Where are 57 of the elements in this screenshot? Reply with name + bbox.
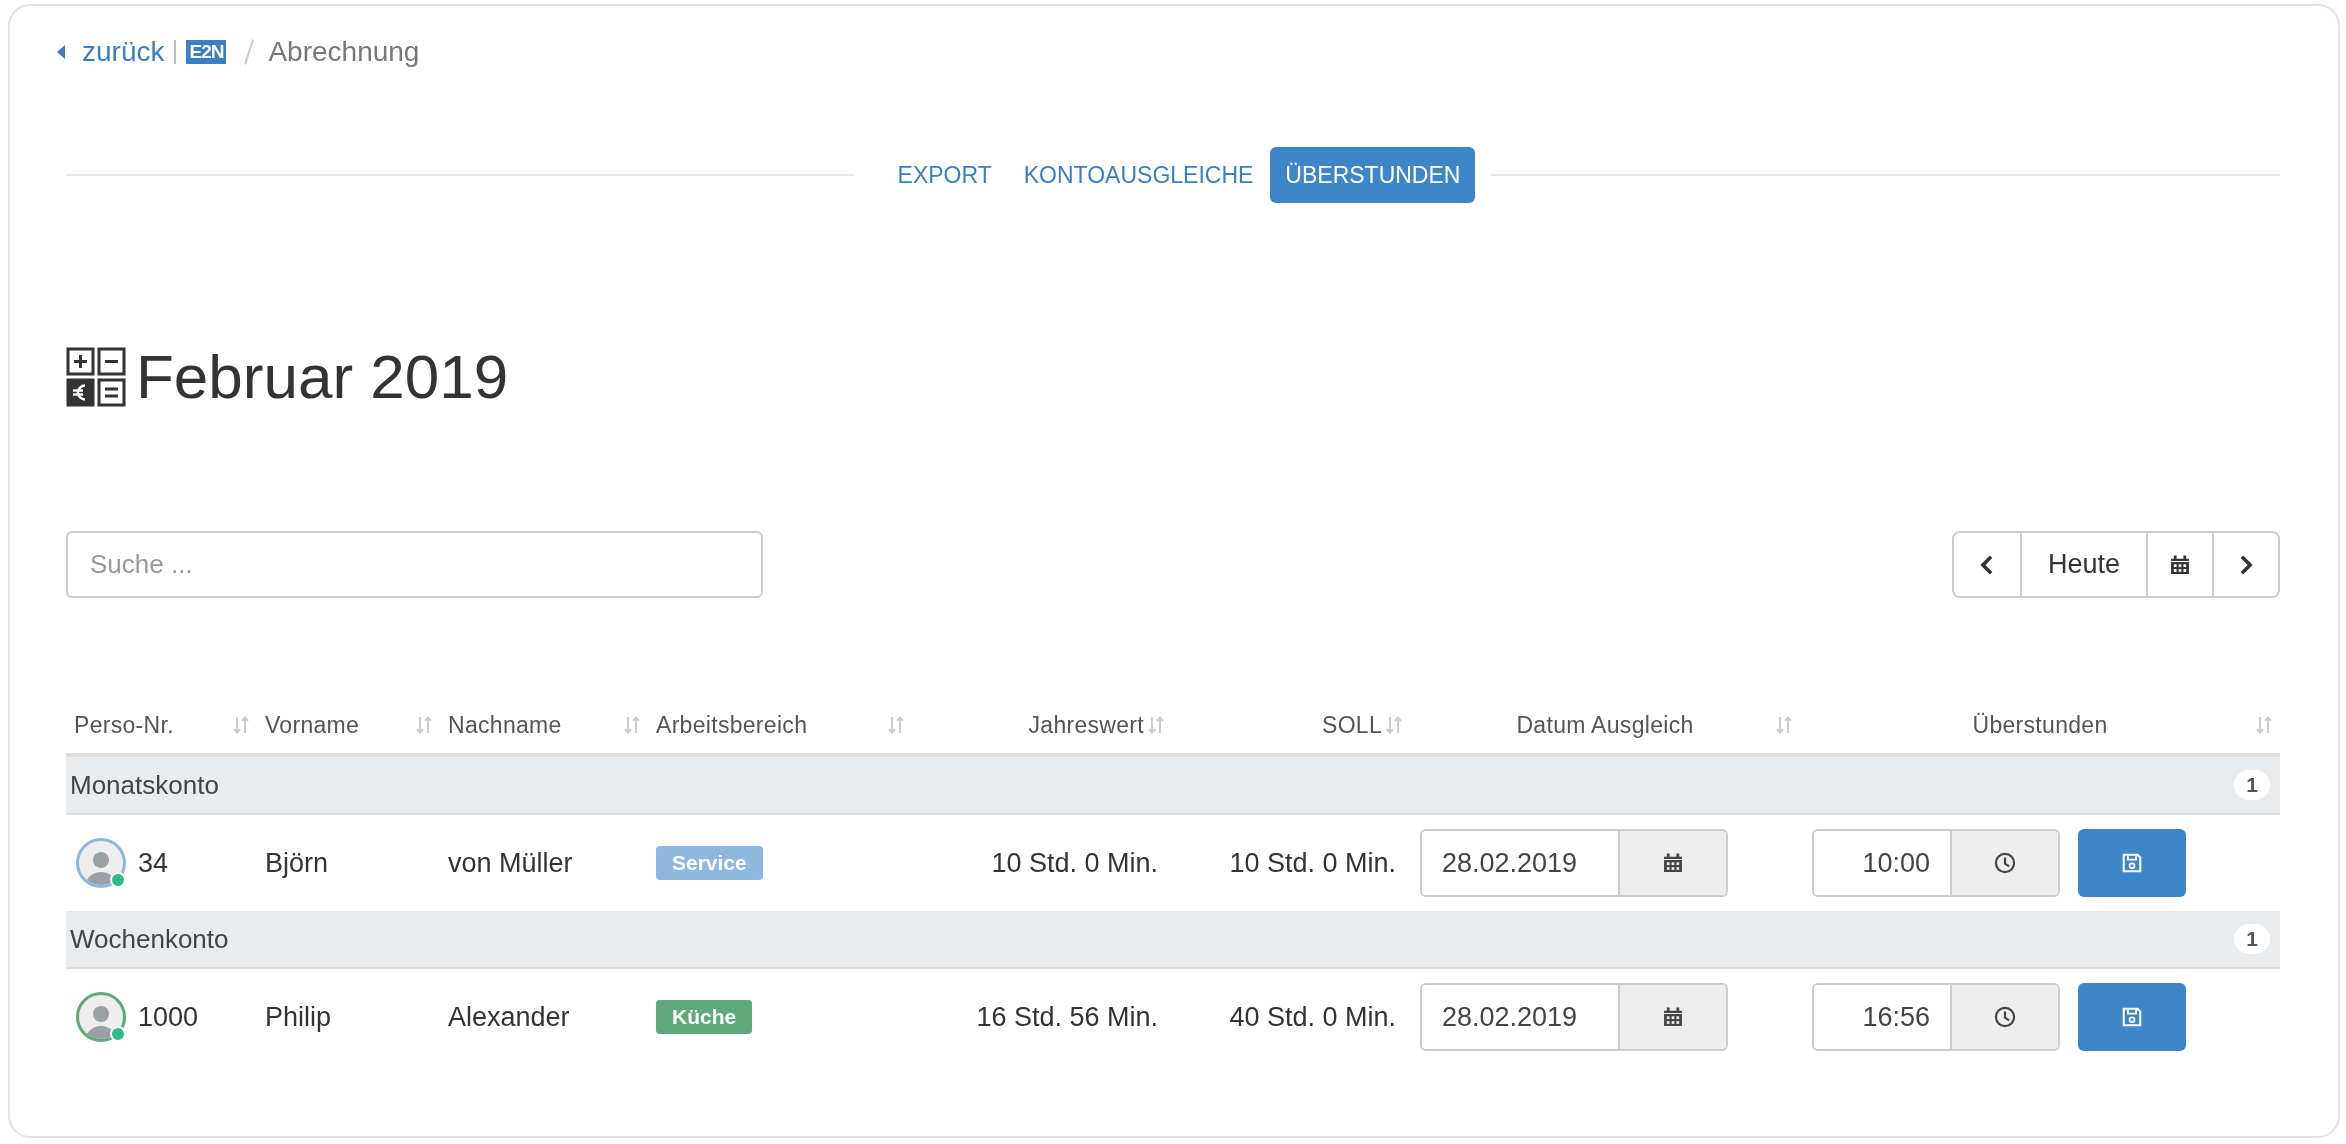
- sort-icon[interactable]: [1148, 715, 1164, 735]
- calendar-icon: [1662, 1006, 1684, 1028]
- save-button[interactable]: [2078, 829, 2186, 897]
- calendar-icon: [2169, 553, 2191, 576]
- calendar-button[interactable]: [1618, 985, 1726, 1049]
- save-button[interactable]: [2078, 983, 2186, 1051]
- table-cell: 1000: [138, 1001, 199, 1033]
- group-name: Monatskonto: [70, 769, 219, 801]
- date-field[interactable]: 28.02.2019: [1420, 983, 1728, 1051]
- breadcrumb-current: Abrechnung: [268, 36, 420, 68]
- logo[interactable]: E2N: [186, 40, 227, 64]
- sort-icon[interactable]: [2256, 715, 2272, 735]
- calendar-button[interactable]: [1618, 831, 1726, 895]
- sort-icon[interactable]: [624, 715, 640, 735]
- column-header[interactable]: Arbeitsbereich: [656, 711, 808, 739]
- column-header[interactable]: SOLL: [1322, 711, 1382, 739]
- search-field[interactable]: Suche ...: [66, 531, 763, 598]
- table-cell: von Müller: [448, 847, 573, 879]
- time-field[interactable]: 10:00: [1812, 829, 2060, 897]
- calendar-icon: [1662, 852, 1684, 874]
- column-header[interactable]: Überstunden: [1972, 711, 2108, 739]
- table-cell: 16 Std. 56 Min.: [976, 1001, 1158, 1033]
- sort-icon[interactable]: [1776, 715, 1792, 735]
- page-title: Februar 2019: [136, 341, 509, 413]
- table-cell: 10 Std. 0 Min.: [991, 847, 1158, 879]
- tab[interactable]: KONTOAUSGLEICHE: [1008, 147, 1269, 203]
- area-tag: Service: [656, 846, 763, 880]
- caret-left-icon: [56, 44, 66, 60]
- calculator-icon: [66, 347, 126, 407]
- column-header[interactable]: Datum Ausgleich: [1516, 711, 1694, 739]
- sort-icon[interactable]: [888, 715, 904, 735]
- time-field[interactable]: 16:56: [1812, 983, 2060, 1051]
- area-tag: Küche: [656, 1000, 753, 1034]
- table-cell: 10 Std. 0 Min.: [1229, 847, 1396, 879]
- tab[interactable]: EXPORT: [882, 147, 1007, 203]
- column-header[interactable]: Nachname: [448, 711, 562, 739]
- table-cell: Philip: [265, 1001, 332, 1033]
- sort-icon[interactable]: [416, 715, 432, 735]
- table-cell: Alexander: [448, 1001, 570, 1033]
- column-header[interactable]: Perso-Nr.: [74, 711, 174, 739]
- clock-icon: [1994, 1006, 2016, 1028]
- sort-icon[interactable]: [233, 715, 249, 735]
- table-cell: Björn: [265, 847, 329, 879]
- clock-button[interactable]: [1950, 831, 2058, 895]
- back-link[interactable]: zurück: [82, 36, 165, 68]
- date-field[interactable]: 28.02.2019: [1420, 829, 1728, 897]
- count-badge: 1: [2234, 924, 2270, 954]
- column-header[interactable]: Jahreswert: [1028, 711, 1144, 739]
- table-cell: 40 Std. 0 Min.: [1229, 1001, 1396, 1033]
- count-badge: 1: [2234, 770, 2270, 800]
- clock-button[interactable]: [1950, 985, 2058, 1049]
- group-name: Wochenkonto: [70, 923, 229, 955]
- sort-icon[interactable]: [1386, 715, 1402, 735]
- clock-icon: [1994, 852, 2016, 874]
- column-header[interactable]: Vorname: [265, 711, 360, 739]
- tab[interactable]: ÜBERSTUNDEN: [1270, 147, 1476, 203]
- table-cell: 34: [138, 847, 169, 879]
